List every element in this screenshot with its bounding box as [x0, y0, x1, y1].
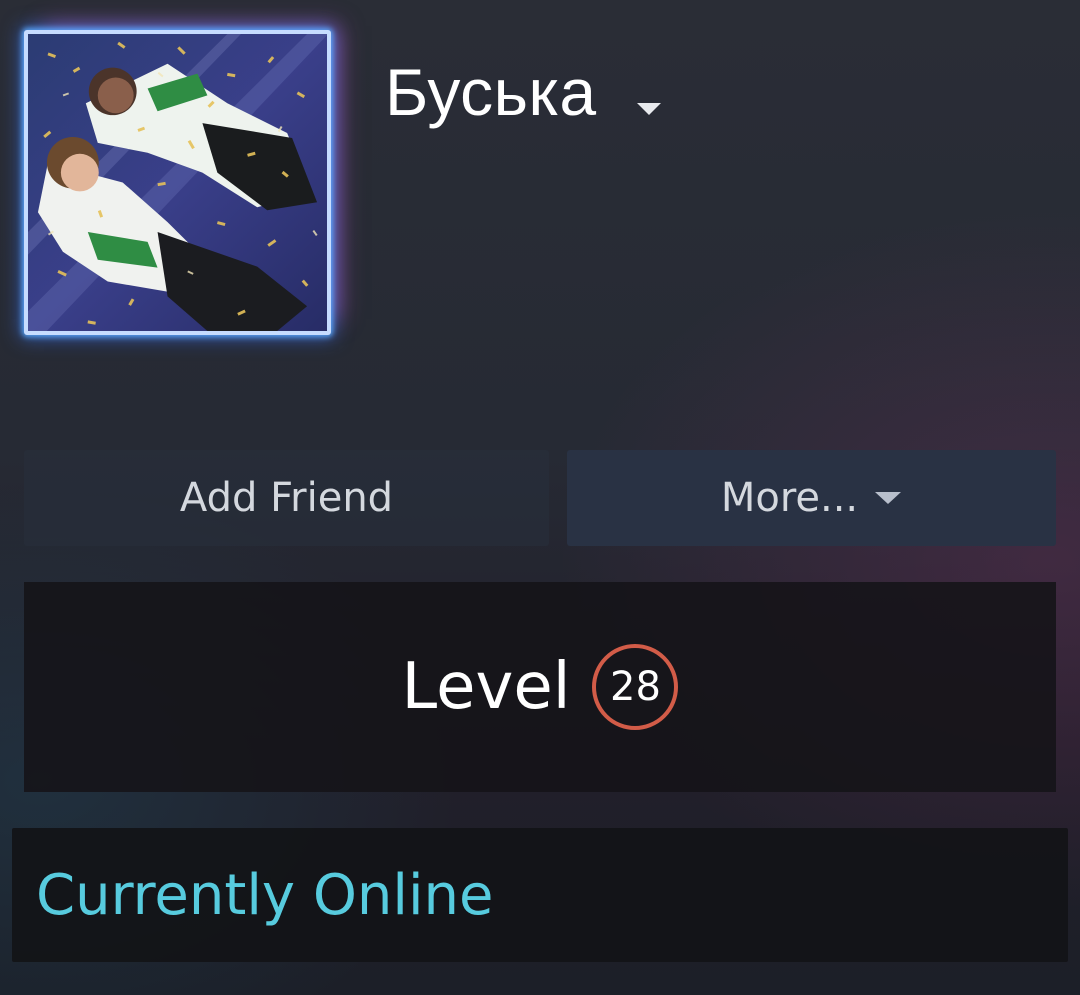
- level-value: 28: [610, 664, 661, 710]
- avatar-image: [28, 34, 327, 331]
- persona-name: Буська: [385, 55, 597, 129]
- more-button[interactable]: More...: [567, 450, 1056, 546]
- profile-avatar[interactable]: [24, 30, 331, 335]
- add-friend-label: Add Friend: [179, 475, 394, 521]
- more-label: More...: [720, 475, 859, 521]
- status-text: Currently Online: [36, 862, 494, 928]
- chevron-down-icon: [874, 491, 902, 505]
- chevron-down-icon: [636, 101, 662, 120]
- level-badge[interactable]: 28: [592, 644, 679, 730]
- name-dropdown-button[interactable]: [634, 95, 664, 125]
- level-panel: Level 28: [24, 582, 1056, 792]
- status-panel: Currently Online: [12, 828, 1068, 962]
- level-label: Level: [401, 650, 571, 724]
- add-friend-button[interactable]: Add Friend: [24, 450, 549, 546]
